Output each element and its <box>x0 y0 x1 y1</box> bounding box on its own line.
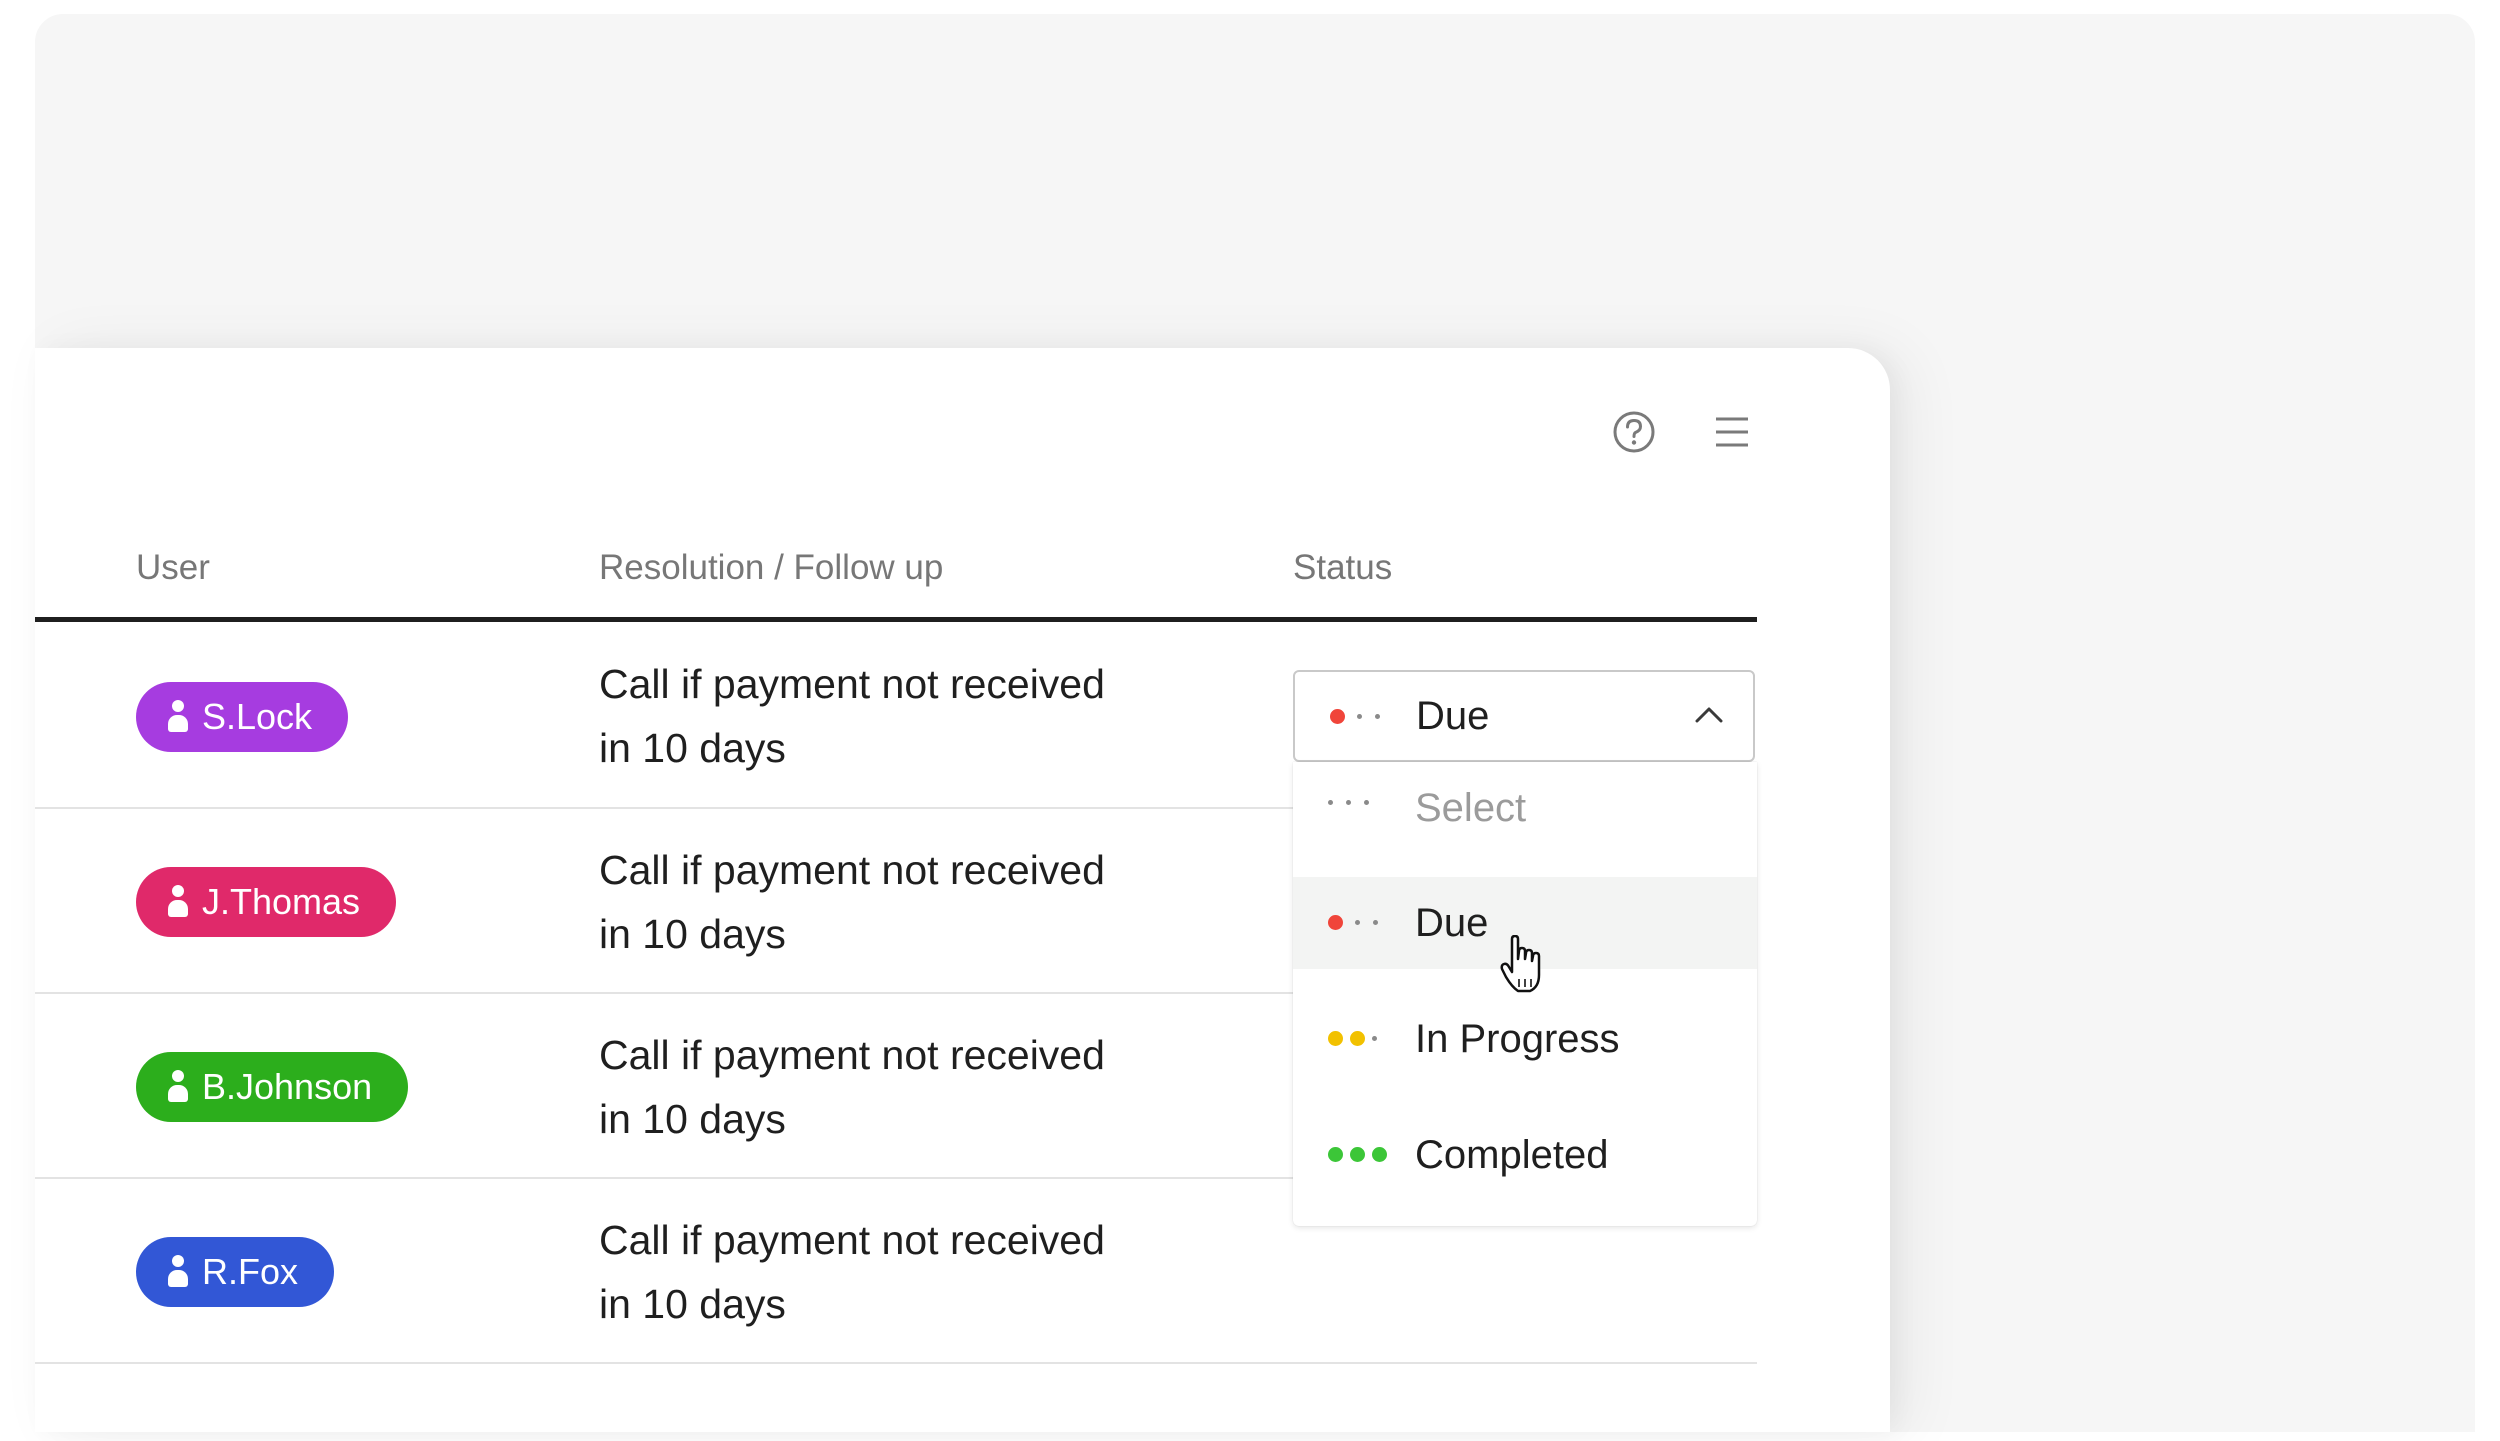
resolution-line: in 10 days <box>599 911 786 957</box>
status-option-label: In Progress <box>1415 1017 1620 1061</box>
status-option-label: Select <box>1415 786 1527 830</box>
chevron-up-icon[interactable] <box>1695 704 1723 724</box>
column-header-user: User <box>136 548 210 587</box>
status-due-indicator-icon <box>1328 915 1386 930</box>
resolution-line: Call if payment not received <box>599 1217 1105 1263</box>
status-option-in-progress[interactable]: In Progress <box>1293 993 1757 1085</box>
status-empty-indicator-icon <box>1328 800 1377 805</box>
resolution-line: Call if payment not received <box>599 1032 1105 1078</box>
user-name: J.Thomas <box>202 881 361 922</box>
user-badge-j-thomas[interactable]: J.Thomas <box>136 867 397 937</box>
hamburger-menu-icon[interactable] <box>1710 410 1754 454</box>
status-option-completed[interactable]: Completed <box>1293 1109 1757 1201</box>
resolution-text: Call if payment not received in 10 days <box>599 1208 1219 1336</box>
column-header-status: Status <box>1293 548 1393 587</box>
hand-pointer-cursor-icon <box>1500 935 1541 993</box>
resolution-line: Call if payment not received <box>599 661 1105 707</box>
status-due-indicator-icon <box>1330 709 1388 724</box>
help-icon[interactable] <box>1612 410 1656 454</box>
user-name: B.Johnson <box>202 1066 373 1107</box>
user-badge-r-fox[interactable]: R.Fox <box>136 1237 335 1307</box>
resolution-line: in 10 days <box>599 1281 786 1327</box>
resolution-text: Call if payment not received in 10 days <box>599 652 1219 780</box>
status-select-value: Due <box>1416 694 1490 738</box>
resolution-line: in 10 days <box>599 1096 786 1142</box>
person-icon <box>168 1255 190 1289</box>
person-icon <box>168 885 190 919</box>
column-header-resolution: Resolution / Follow up <box>599 548 944 587</box>
status-completed-indicator-icon <box>1328 1147 1394 1162</box>
user-badge-s-lock[interactable]: S.Lock <box>136 682 349 752</box>
status-option-label: Due <box>1415 901 1489 945</box>
resolution-text: Call if payment not received in 10 days <box>599 1023 1219 1151</box>
status-option-select[interactable]: Select <box>1293 762 1757 854</box>
resolution-line: Call if payment not received <box>599 847 1105 893</box>
status-select[interactable]: Due <box>1293 670 1755 762</box>
person-icon <box>168 1070 190 1104</box>
user-badge-b-johnson[interactable]: B.Johnson <box>136 1052 409 1122</box>
status-option-label: Completed <box>1415 1133 1609 1177</box>
header-divider <box>35 617 1757 622</box>
resolution-line: in 10 days <box>599 725 786 771</box>
row-divider <box>35 1362 1757 1364</box>
status-in-progress-indicator-icon <box>1328 1031 1385 1046</box>
user-name: S.Lock <box>202 696 313 737</box>
resolution-text: Call if payment not received in 10 days <box>599 838 1219 966</box>
user-name: R.Fox <box>202 1251 299 1292</box>
person-icon <box>168 700 190 734</box>
